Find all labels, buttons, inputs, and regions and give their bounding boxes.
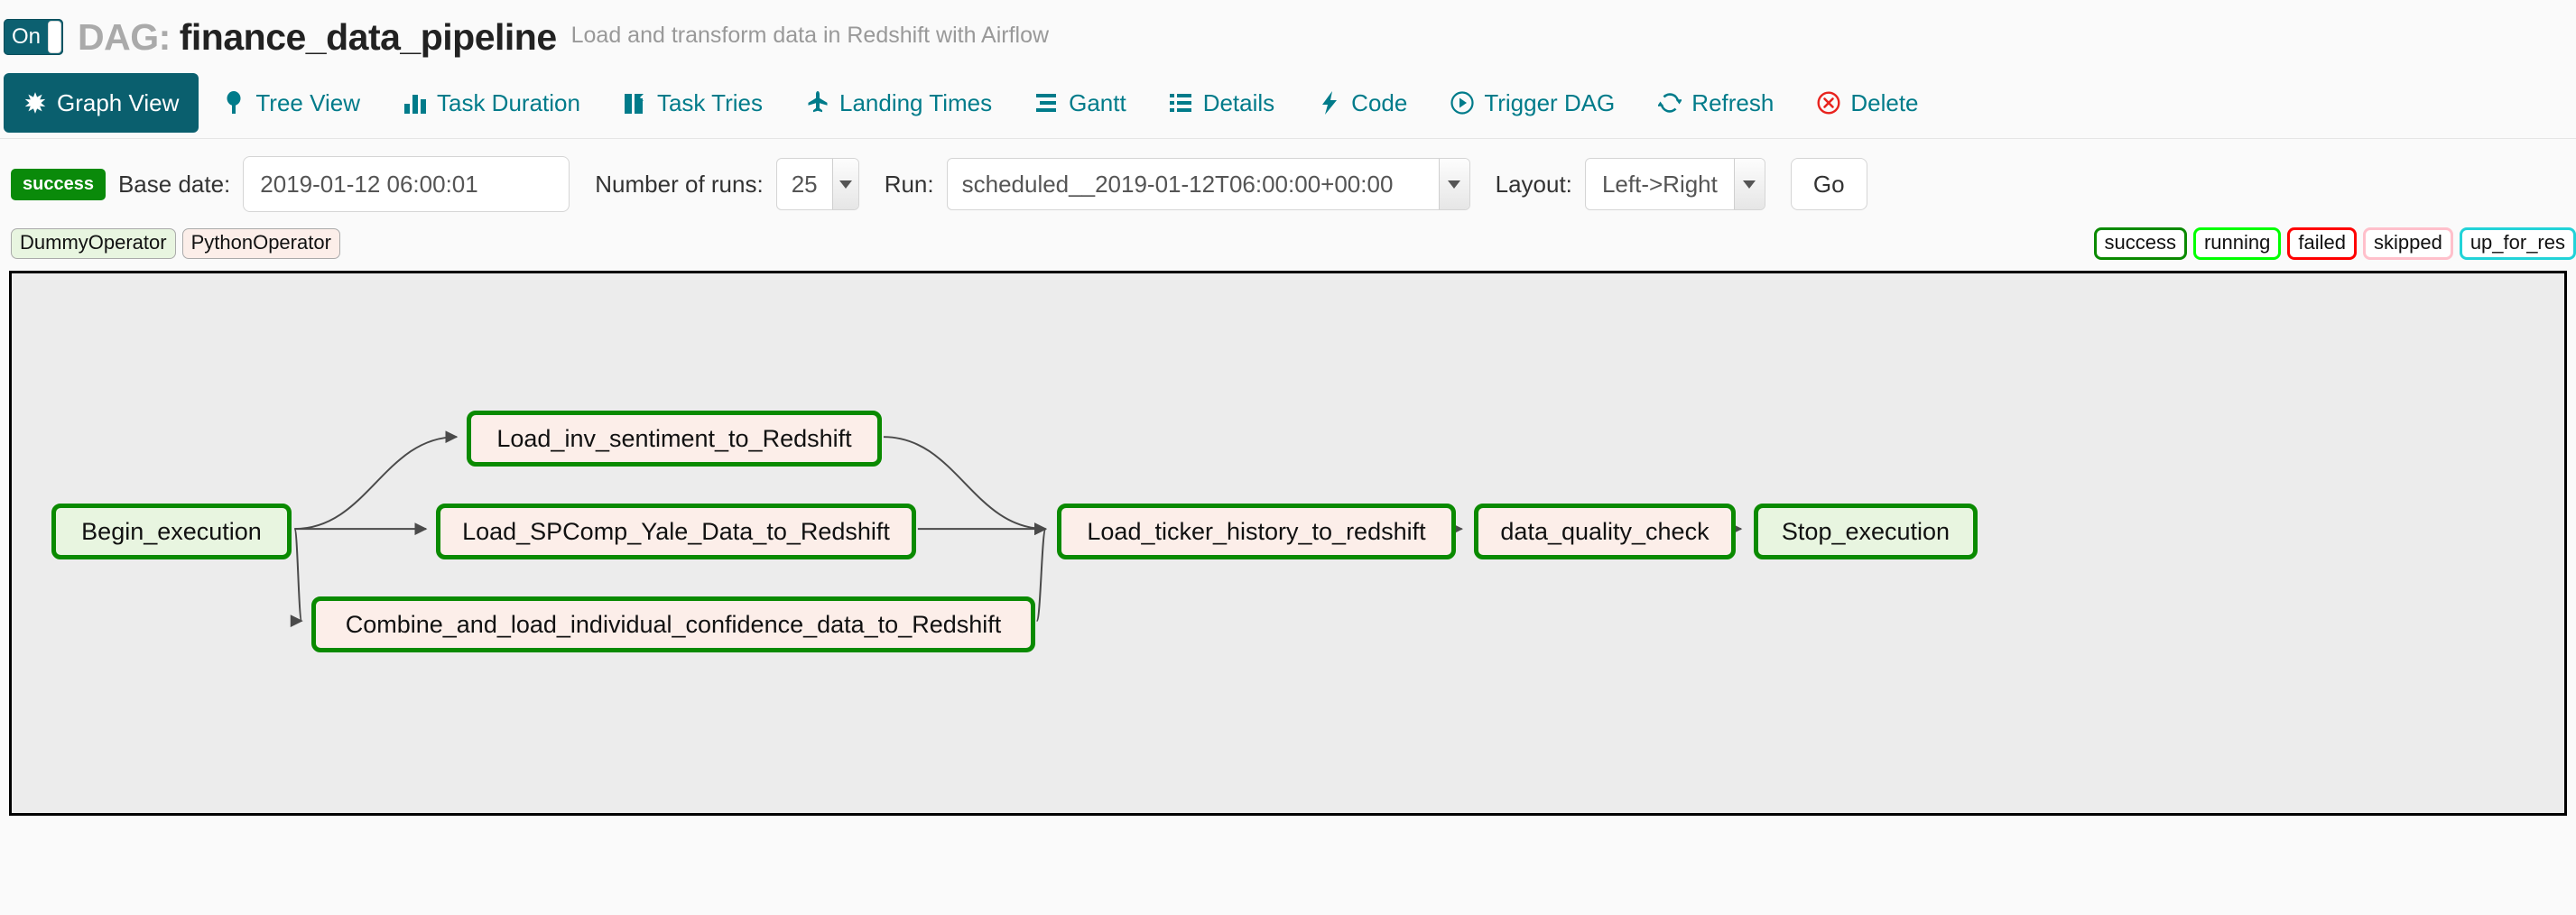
flag-chart-icon [624,91,647,115]
delete-circle-icon [1817,91,1840,115]
tab-task-tries[interactable]: Task Tries [604,73,783,133]
chevron-down-icon [831,159,858,209]
number-of-runs-label: Number of runs: [595,170,764,198]
tab-label: Trigger DAG [1484,88,1616,116]
graph-controls-bar: success Base date: 2019-01-12 06:00:01 N… [0,139,2576,226]
dag-task-node-ticker[interactable]: Load_ticker_history_to_redshift [1057,504,1456,559]
tab-label: Task Tries [656,88,763,116]
tab-label: Landing Times [839,88,993,116]
status-badge-failed: failed [2287,226,2357,261]
tab-label: Delete [1850,88,1919,116]
asterisk-icon [23,91,47,115]
toggle-knob [48,21,61,53]
dag-graph-canvas[interactable]: Begin_execution Load_inv_sentiment_to_Red… [9,271,2567,816]
dag-edge [1033,522,1047,623]
dag-header: On DAG: finance_data_pipeline Load and t… [0,0,2576,67]
dag-task-label: Load_inv_sentiment_to_Redshift [496,424,852,452]
tab-gantt[interactable]: Gantt [1015,73,1146,133]
tab-details[interactable]: Details [1150,73,1294,133]
tab-label: Refresh [1691,88,1774,116]
dag-task-node-quality[interactable]: data_quality_check [1474,504,1736,559]
tab-delete[interactable]: Delete [1797,73,1938,133]
status-badge-success: success [2093,226,2187,261]
dag-pause-toggle[interactable]: On [4,19,63,55]
refresh-icon [1658,91,1682,115]
plane-icon [806,91,829,115]
tab-label: Code [1351,88,1408,116]
dag-task-label: Begin_execution [81,517,262,545]
dag-view-tabs: Graph View Tree View Task Duration Task … [0,67,2576,139]
tab-task-duration[interactable]: Task Duration [384,73,600,133]
tab-code[interactable]: Code [1298,73,1427,133]
dag-task-label: Stop_execution [1781,517,1951,545]
dag-task-node-begin[interactable]: Begin_execution [51,504,292,559]
lightning-bolt-icon [1318,91,1341,115]
tab-label: Gantt [1069,88,1126,116]
status-badge-up-for-res: up_for_res [2459,226,2576,261]
dag-task-label: Load_SPComp_Yale_Data_to_Redshift [462,517,890,545]
layout-select[interactable]: Left->Right [1584,158,1765,210]
tab-label: Details [1202,88,1275,116]
tab-graph-view[interactable]: Graph View [4,73,199,133]
dag-task-node-inv[interactable]: Load_inv_sentiment_to_Redshift [467,411,882,467]
tab-label: Graph View [57,88,180,116]
operator-legend: DummyOperator PythonOperator [11,227,340,260]
tree-icon [222,91,246,115]
tab-trigger-dag[interactable]: Trigger DAG [1431,73,1635,133]
base-date-label: Base date: [117,170,231,198]
tab-landing-times[interactable]: Landing Times [786,73,1012,133]
dag-edge [290,528,303,627]
dag-description: Load and transform data in Redshift with… [570,23,1050,48]
bar-chart-icon [403,91,427,115]
base-date-value: 2019-01-12 06:00:01 [260,170,478,198]
list-icon [1169,91,1193,115]
dag-toggle-label: On [12,24,42,49]
operator-badge-dummy: DummyOperator [11,227,176,260]
dag-edge [294,430,459,531]
dag-task-label: Combine_and_load_individual_confidence_d… [345,610,1002,638]
chevron-down-icon [1438,159,1469,209]
status-badge: success [11,168,106,200]
play-circle-icon [1450,91,1474,115]
dag-task-node-stop[interactable]: Stop_execution [1754,504,1978,559]
legend-row: DummyOperator PythonOperator success run… [0,226,2576,271]
number-of-runs-value: 25 [791,170,818,198]
run-label: Run: [884,170,934,198]
dag-task-label: data_quality_check [1500,517,1710,545]
base-date-input[interactable]: 2019-01-12 06:00:01 [243,156,570,212]
dag-task-label: Load_ticker_history_to_redshift [1087,517,1426,545]
go-button[interactable]: Go [1790,158,1867,210]
dag-task-node-combine[interactable]: Combine_and_load_individual_confidence_d… [311,596,1035,652]
operator-badge-python: PythonOperator [181,227,340,260]
dag-task-node-spcomp[interactable]: Load_SPComp_Yale_Data_to_Redshift [436,504,916,559]
run-value: scheduled__2019-01-12T06:00:00+00:00 [961,170,1394,198]
status-legend: success running failed skipped up_for_re… [2093,226,2576,261]
dag-prefix-label: DAG: [78,15,171,58]
chevron-down-icon [1733,159,1765,209]
layout-value: Left->Right [1601,170,1718,198]
number-of-runs-select[interactable]: 25 [775,158,859,210]
status-badge-running: running [2192,226,2282,261]
tab-tree-view[interactable]: Tree View [202,73,380,133]
tab-label: Task Duration [436,88,580,116]
gantt-bars-icon [1035,91,1059,115]
status-badge-skipped: skipped [2362,226,2453,261]
tab-refresh[interactable]: Refresh [1638,73,1793,133]
layout-label: Layout: [1495,170,1572,198]
run-select[interactable]: scheduled__2019-01-12T06:00:00+00:00 [946,158,1470,210]
tab-label: Tree View [255,88,360,116]
page-title: finance_data_pipeline [179,15,557,58]
